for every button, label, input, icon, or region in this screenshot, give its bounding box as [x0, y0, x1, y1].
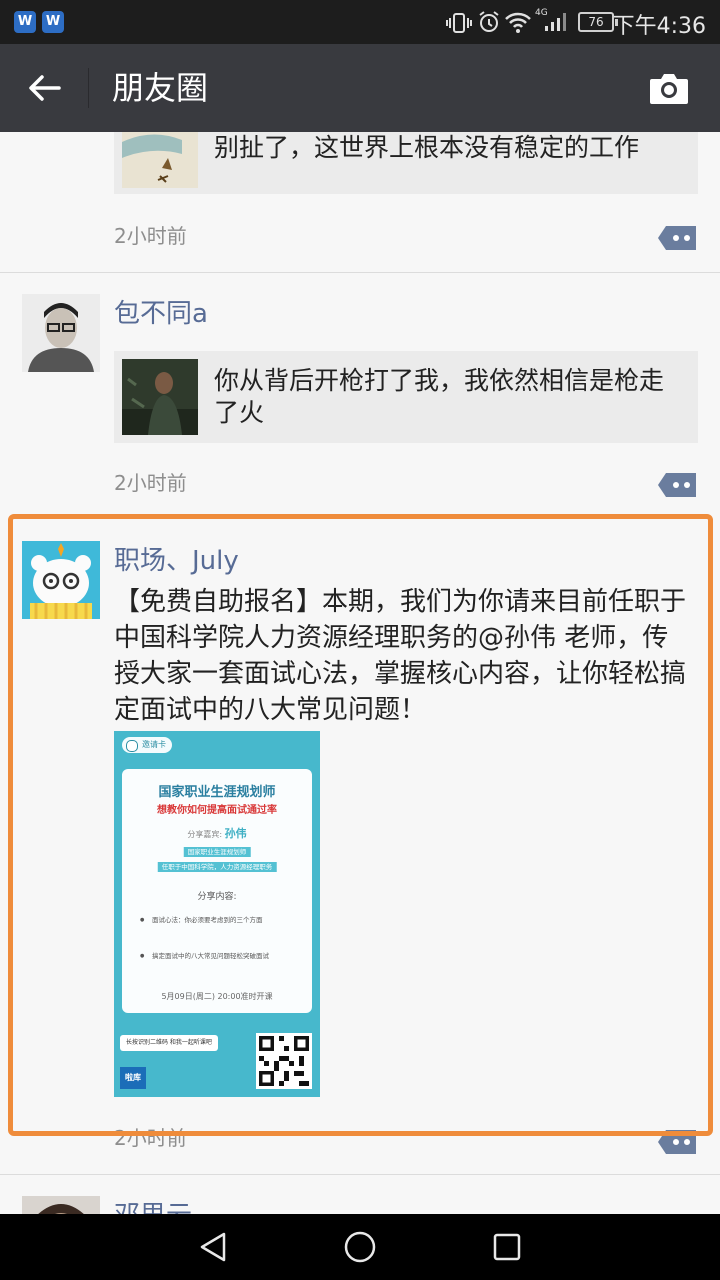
comment-button-icon[interactable] [656, 224, 698, 252]
status-time: 下午4:36 [612, 14, 706, 39]
wifi-icon [505, 12, 531, 33]
home-circle-icon[interactable] [343, 1230, 377, 1264]
system-navigation-bar [0, 1214, 720, 1280]
link-title: 别扯了，这世界上根本没有稳定的工作 [214, 133, 640, 162]
post-nickname[interactable]: 包不同a [114, 297, 208, 331]
nav-bar: 朋友圈 [0, 44, 720, 132]
moments-feed[interactable]: 别扯了，这世界上根本没有稳定的工作 2小时前 包不同a 你从背后开枪打了我，我依… [0, 132, 720, 1214]
link-thumbnail-image [122, 359, 198, 435]
link-thumbnail [122, 132, 198, 188]
status-bar: W W 4G 76 下午4:36 [0, 0, 720, 44]
post-time: 2小时前 [114, 224, 187, 248]
page-title: 朋友圈 [112, 69, 209, 107]
arrow-left-icon[interactable] [26, 72, 62, 104]
moment-post: 包不同a 你从背后开枪打了我，我依然相信是枪走了火 2小时前 [0, 273, 720, 513]
link-thumbnail [122, 359, 198, 435]
link-thumbnail-image [122, 132, 198, 188]
nav-divider [88, 68, 89, 108]
shared-link-card[interactable]: 你从背后开枪打了我，我依然相信是枪走了火 [114, 351, 698, 443]
shared-link-card[interactable]: 别扯了，这世界上根本没有稳定的工作 [114, 132, 698, 194]
post-nickname[interactable]: 邓思云 [114, 1199, 192, 1214]
moment-post: 别扯了，这世界上根本没有稳定的工作 2小时前 [0, 132, 720, 272]
battery-icon: 76 [578, 12, 618, 32]
app-notification-icon: W [42, 11, 64, 33]
camera-icon[interactable] [648, 70, 690, 106]
highlight-box [8, 514, 713, 1136]
cellular-signal-icon [545, 13, 566, 31]
app-notification-icon: W [14, 11, 36, 33]
vibrate-icon [446, 13, 472, 33]
avatar[interactable] [22, 294, 100, 372]
avatar-image [22, 294, 100, 372]
recent-apps-icon[interactable] [492, 1232, 522, 1262]
back-triangle-icon[interactable] [196, 1231, 230, 1263]
link-title: 你从背后开枪打了我，我依然相信是枪走了火 [214, 366, 665, 427]
avatar-image [22, 1196, 100, 1214]
moment-post: 邓思云 [0, 1175, 720, 1214]
avatar[interactable] [22, 1196, 100, 1214]
comment-button-icon[interactable] [656, 471, 698, 499]
alarm-icon [479, 11, 499, 32]
post-time: 2小时前 [114, 471, 187, 495]
